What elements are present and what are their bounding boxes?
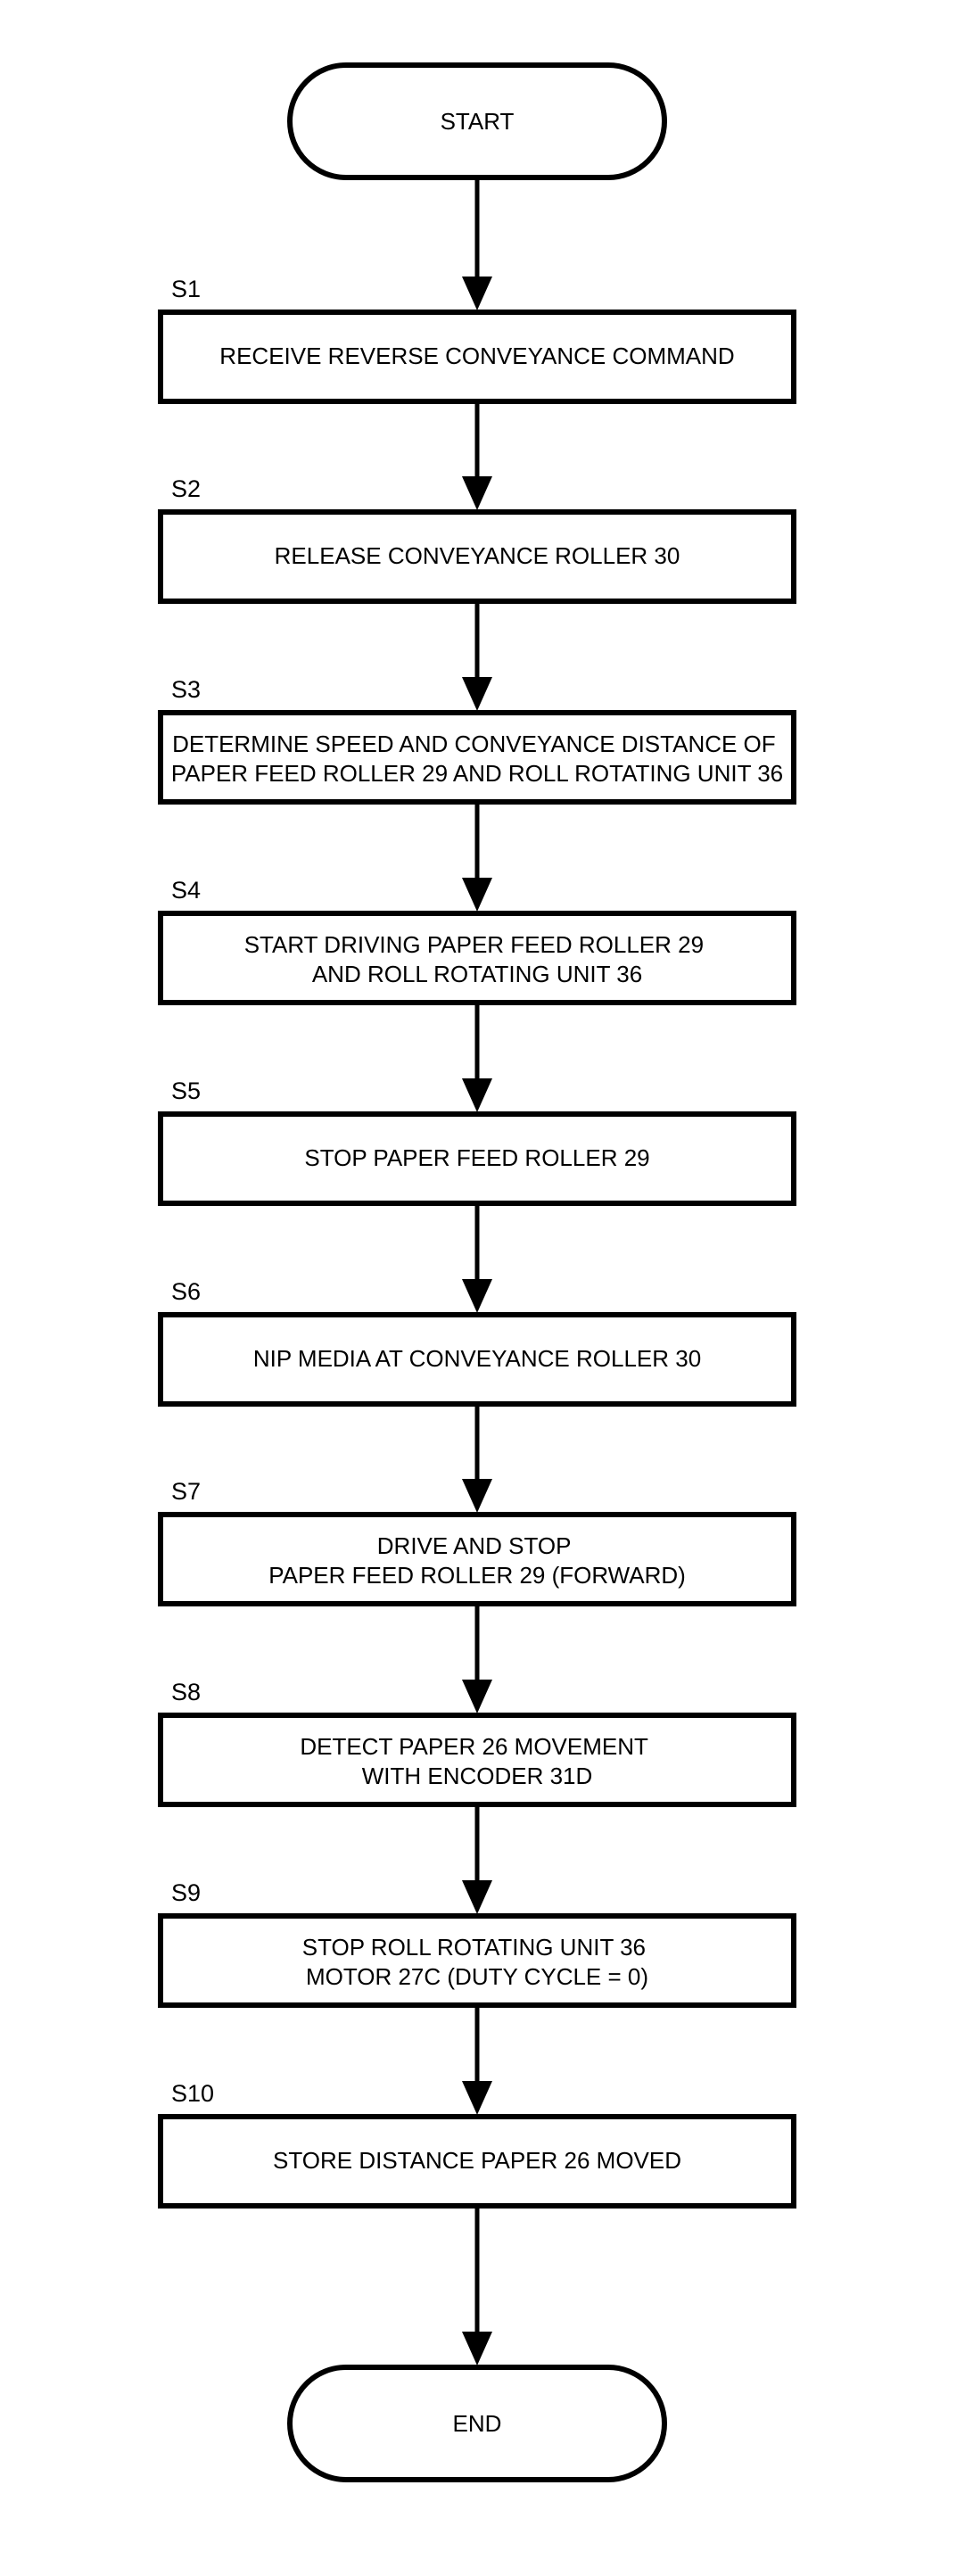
arrowhead-icon: [462, 1479, 492, 1513]
process-text-s6: NIP MEDIA AT CONVEYANCE ROLLER 30: [253, 1345, 701, 1372]
flowchart-canvas: START S1 RECEIVE REVERSE CONVEYANCE COMM…: [158, 62, 796, 2482]
arrowhead-icon: [462, 476, 492, 510]
arrowhead-icon: [462, 1880, 492, 1914]
connector-s2-to-s3: [462, 601, 492, 711]
step-label-s6: S6: [171, 1278, 201, 1305]
arrowhead-icon: [462, 1078, 492, 1112]
connector-s7-to-s8: [462, 1604, 492, 1713]
connector-s3-to-s4: [462, 802, 492, 912]
start-terminator-label: START: [441, 108, 515, 135]
connector-s10-to-end: [462, 2206, 492, 2365]
process-text-s10: STORE DISTANCE PAPER 26 MOVED: [273, 2147, 681, 2174]
step-label-s10: S10: [171, 2080, 214, 2107]
connector-s8-to-s9: [462, 1804, 492, 1914]
arrowhead-icon: [462, 2081, 492, 2115]
arrowhead-icon: [462, 277, 492, 310]
process-box-s7: [158, 1512, 796, 1606]
process-text-s5: STOP PAPER FEED ROLLER 29: [304, 1144, 649, 1171]
connector-s6-to-s7: [462, 1404, 492, 1513]
arrowhead-icon: [462, 1279, 492, 1313]
process-box-s3: [158, 710, 796, 805]
step-label-s3: S3: [171, 676, 201, 703]
step-label-s4: S4: [171, 877, 201, 904]
arrowhead-icon: [462, 677, 492, 711]
process-box-s9: [158, 1913, 796, 2008]
step-label-s8: S8: [171, 1679, 201, 1705]
process-box-s4: [158, 911, 796, 1005]
connector-s9-to-s10: [462, 2005, 492, 2115]
node-start: START: [287, 62, 667, 180]
flowchart-page: START S1 RECEIVE REVERSE CONVEYANCE COMM…: [0, 0, 973, 2576]
end-terminator-label: END: [453, 2410, 502, 2437]
step-label-s5: S5: [171, 1077, 201, 1104]
step-label-s2: S2: [171, 475, 201, 502]
step-label-s9: S9: [171, 1879, 201, 1906]
arrowhead-icon: [462, 878, 492, 912]
connector-start-to-s1: [462, 178, 492, 310]
connector-s4-to-s5: [462, 1003, 492, 1112]
arrowhead-icon: [462, 2332, 492, 2365]
step-label-s1: S1: [171, 276, 201, 302]
node-end: END: [287, 2365, 667, 2482]
connector-s5-to-s6: [462, 1203, 492, 1313]
process-box-s8: [158, 1713, 796, 1807]
connector-s1-to-s2: [462, 401, 492, 510]
arrowhead-icon: [462, 1680, 492, 1713]
process-text-s2: RELEASE CONVEYANCE ROLLER 30: [275, 542, 680, 569]
process-text-s1: RECEIVE REVERSE CONVEYANCE COMMAND: [219, 343, 734, 369]
step-label-s7: S7: [171, 1478, 201, 1505]
